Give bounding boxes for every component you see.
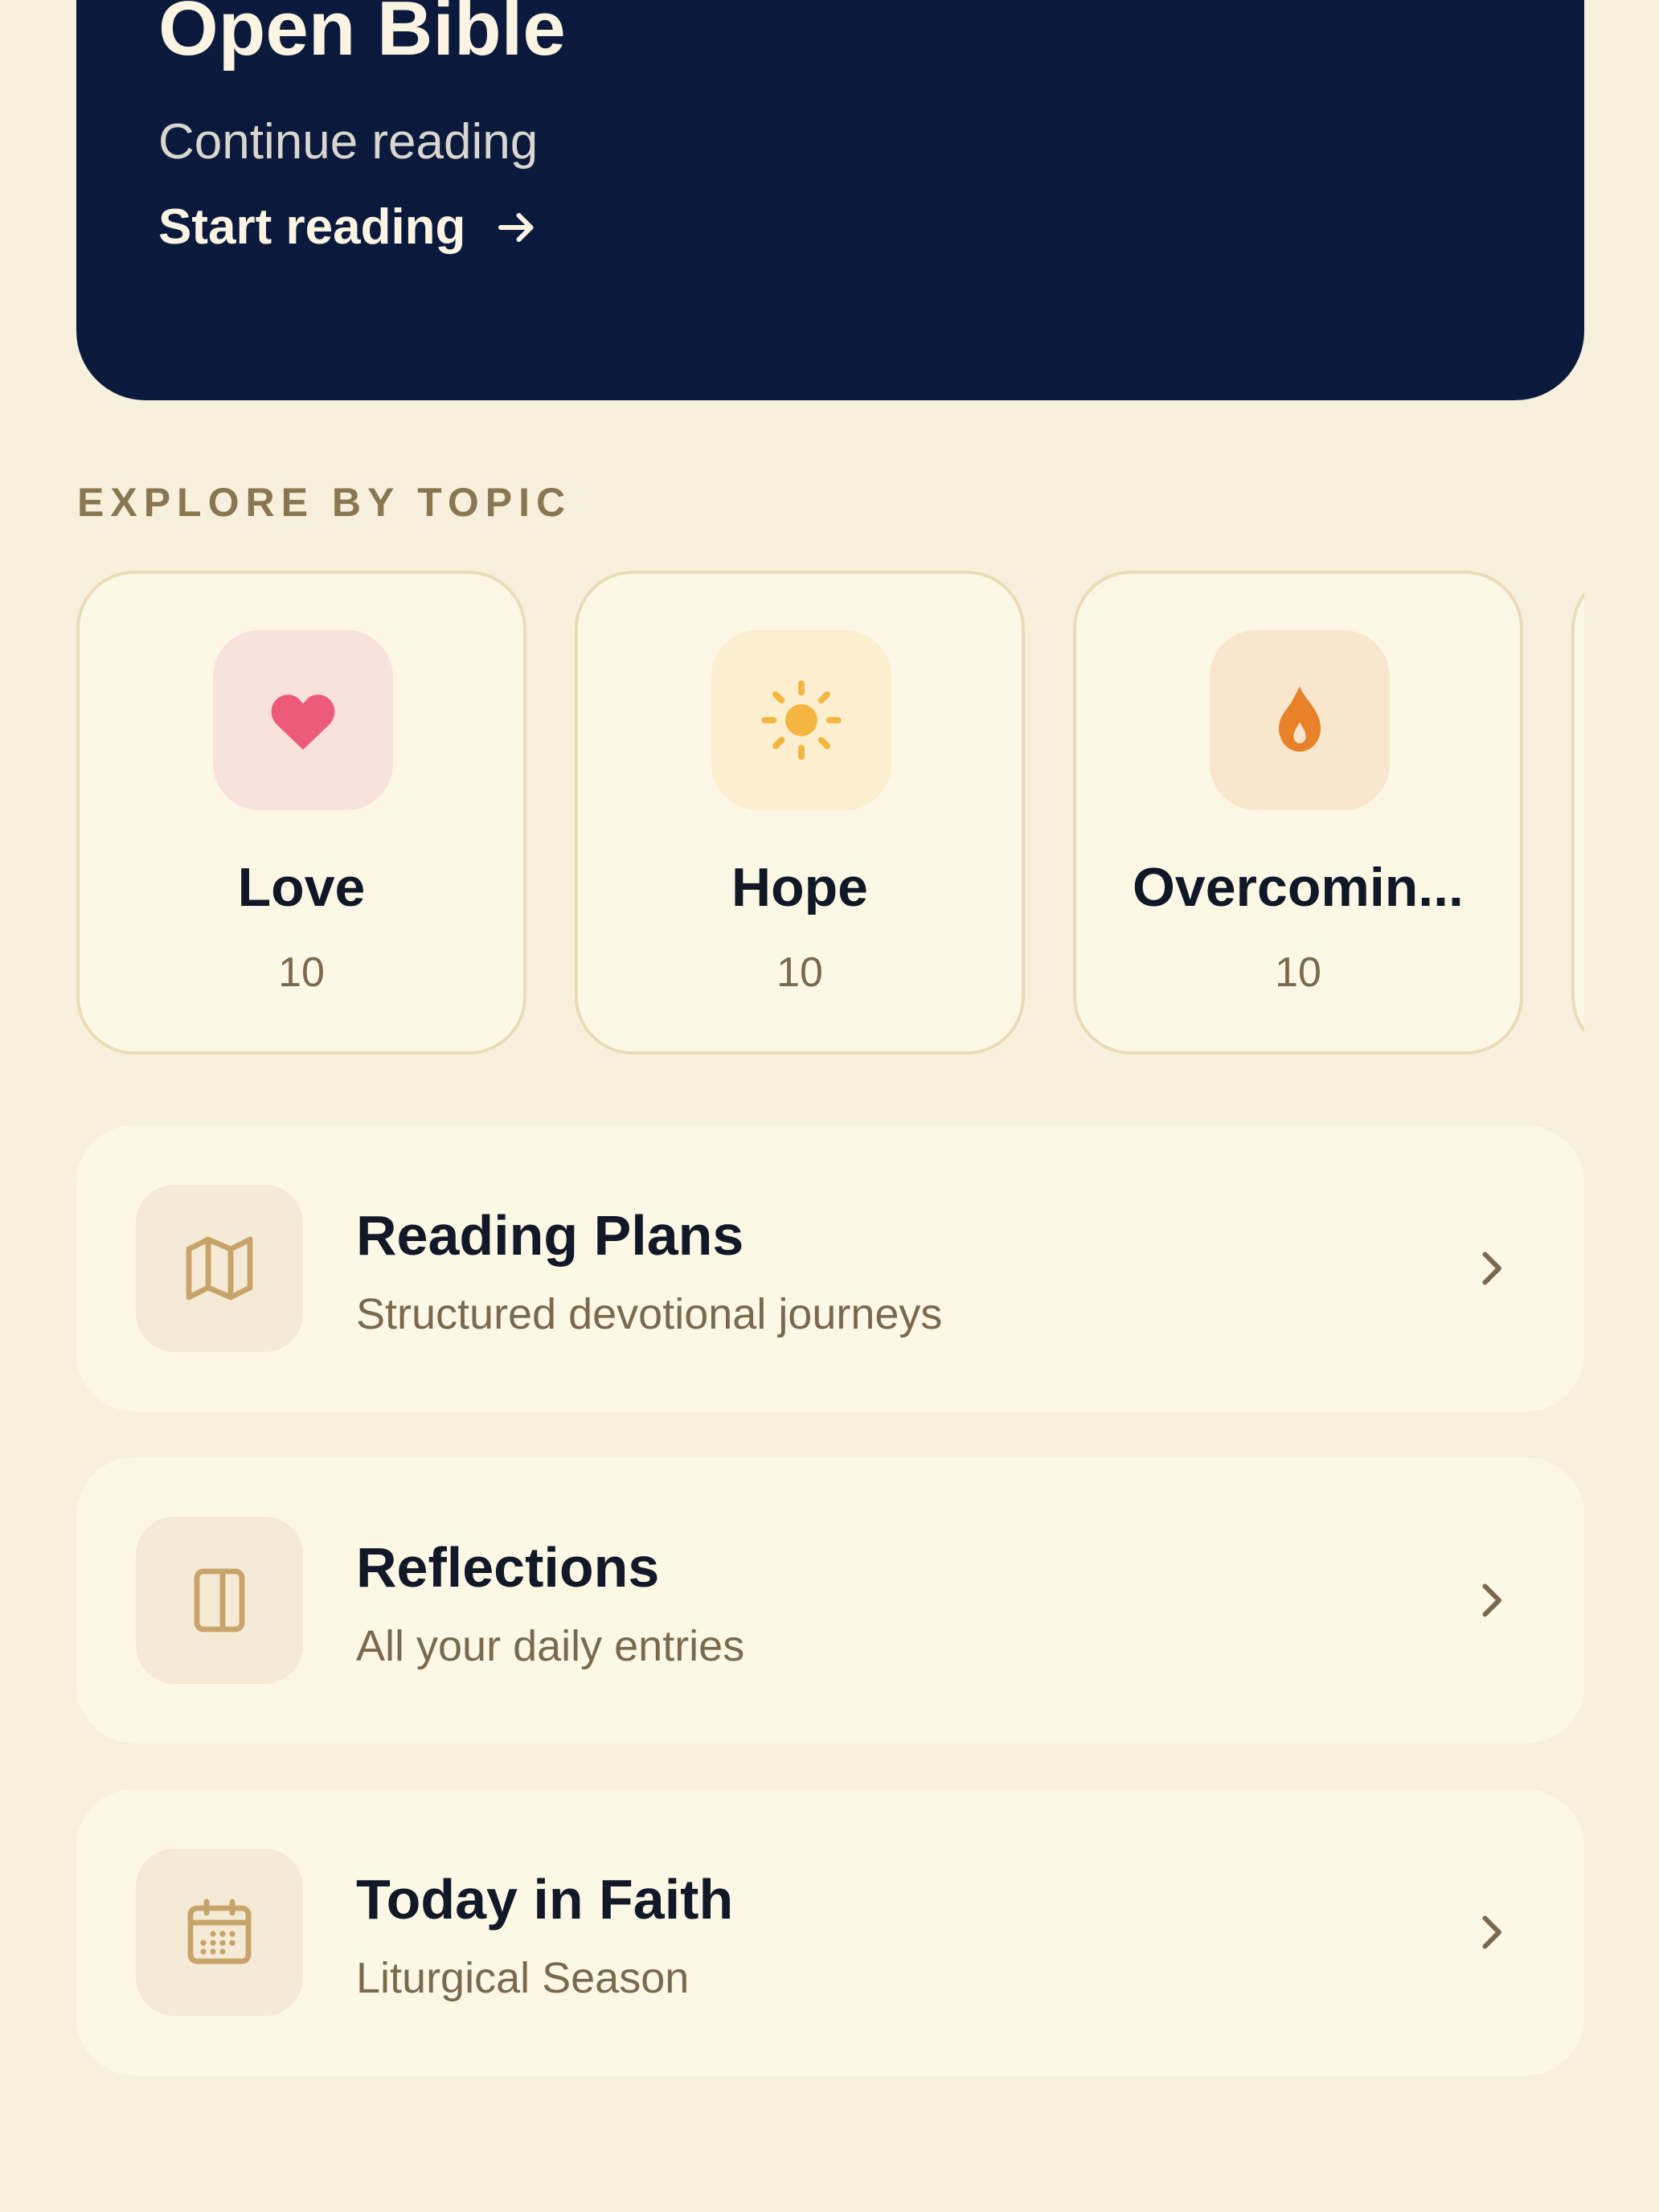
row-subtitle: All your daily entries [356,1622,745,1670]
chevron-right-icon [1467,1576,1515,1624]
map-icon [136,1185,303,1352]
topic-count: 10 [278,949,325,996]
topic-count: 10 [776,949,823,996]
topic-name: Overcomin... [1133,860,1464,915]
start-reading-button[interactable]: Start reading [158,203,541,252]
hero-subtitle: Continue reading [158,114,539,170]
topic-card-overcoming[interactable]: Overcomin... 10 [1073,571,1523,1055]
journal-icon [136,1517,303,1684]
today-in-faith-row[interactable]: Today in Faith Liturgical Season [76,1789,1584,2075]
start-reading-label: Start reading [158,199,466,255]
reading-plans-row[interactable]: Reading Plans Structured devotional jour… [76,1125,1584,1411]
arrow-right-icon [493,203,541,252]
topic-card-love[interactable]: Love 10 [76,571,526,1055]
topic-carousel[interactable]: Love 10 Hope 10 Overcomin... 10 [76,571,1584,1058]
row-title: Today in Faith [356,1868,734,1931]
sun-icon [711,630,891,810]
topic-card-hope[interactable]: Hope 10 [575,571,1025,1055]
topic-name: Hope [731,860,868,915]
topic-card-partial[interactable] [1571,571,1584,1055]
reflections-row[interactable]: Reflections All your daily entries [76,1457,1584,1743]
hero-title: Open Bible [158,0,566,72]
calendar-icon [136,1849,303,2016]
heart-icon [213,630,393,810]
topic-count: 10 [1275,949,1321,996]
row-subtitle: Structured devotional journeys [356,1290,943,1338]
continue-reading-card[interactable]: Open Bible Continue reading Start readin… [76,0,1584,400]
section-label-explore-by-topic: EXPLORE BY TOPIC [77,480,572,525]
row-subtitle: Liturgical Season [356,1954,690,2002]
row-title: Reflections [356,1536,660,1599]
topic-name: Love [237,860,366,915]
chevron-right-icon [1467,1908,1515,1956]
chevron-right-icon [1467,1244,1515,1292]
flame-icon [1210,630,1390,810]
row-title: Reading Plans [356,1204,744,1267]
